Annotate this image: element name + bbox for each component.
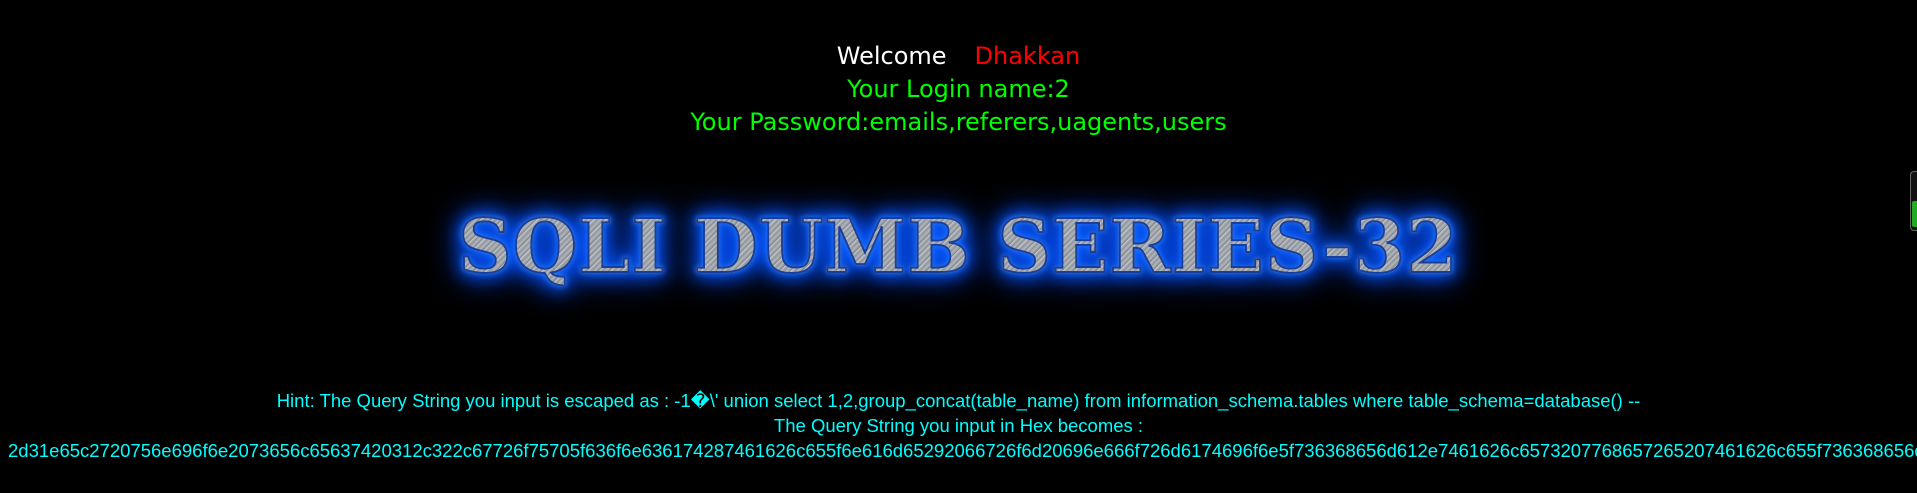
side-level-indicator-fill bbox=[1912, 201, 1917, 227]
password: Your Password:emails,referers,uagents,us… bbox=[690, 108, 1227, 136]
login-name: Your Login name:2 bbox=[847, 75, 1070, 103]
side-level-indicator[interactable] bbox=[1910, 171, 1917, 231]
hint-block: Hint: The Query String you input is esca… bbox=[0, 388, 1917, 463]
escaped-query-hint: Hint: The Query String you input is esca… bbox=[276, 390, 1641, 411]
hex-query-value: 2d31e65c2720756e696f6e2073656c6563742031… bbox=[8, 440, 1917, 461]
welcome-text: Welcome bbox=[836, 42, 947, 70]
series-title-banner: SQLI DUMB SERIES-32 bbox=[0, 202, 1917, 292]
username: Dhakkan bbox=[974, 42, 1081, 70]
welcome-line: Welcome Dhakkan bbox=[0, 40, 1917, 73]
welcome-block: Welcome Dhakkan Your Login name:2 Your Pa… bbox=[0, 40, 1917, 139]
hex-label: The Query String you input in Hex become… bbox=[773, 415, 1144, 436]
